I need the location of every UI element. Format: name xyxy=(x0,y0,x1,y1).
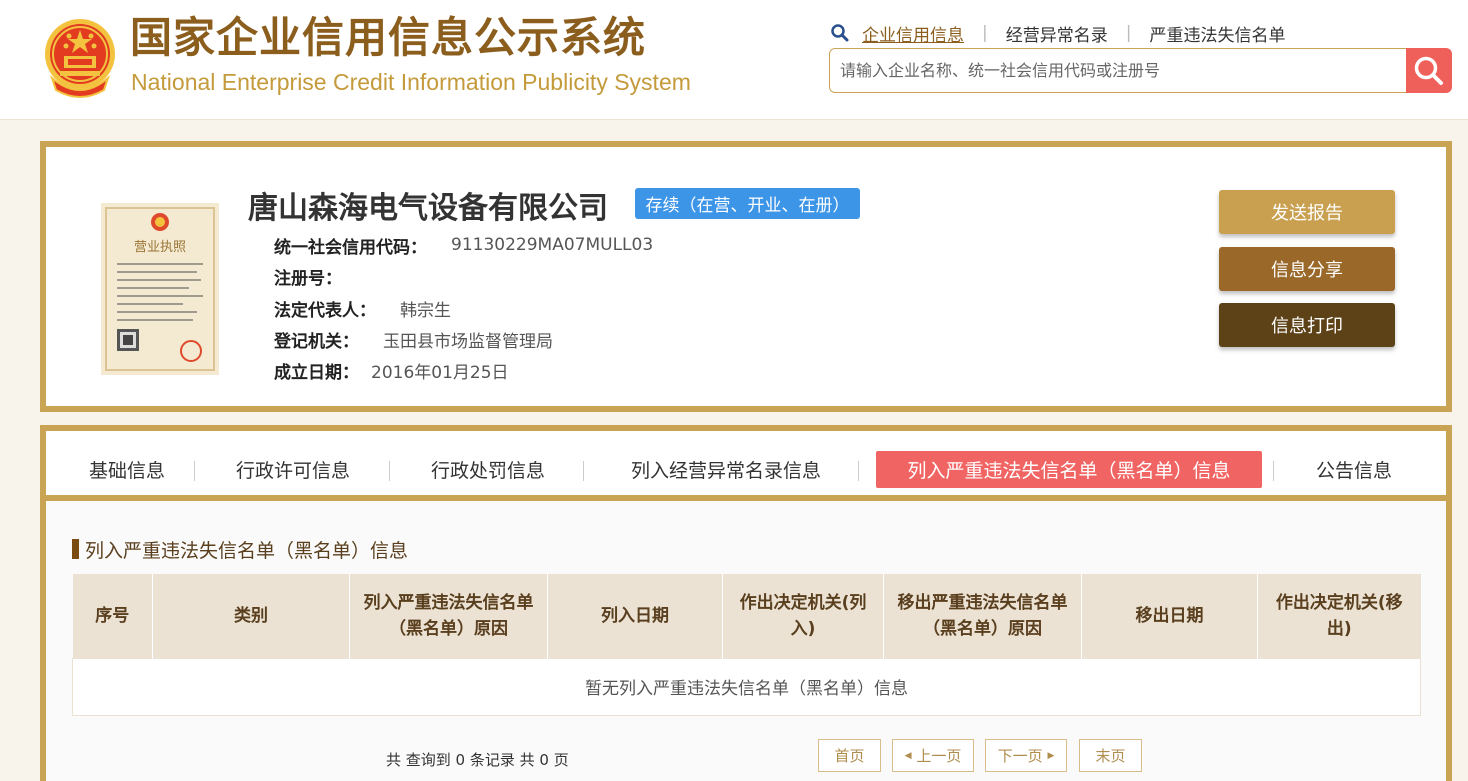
tab-basic-info[interactable]: 基础信息 xyxy=(74,451,180,488)
tab-abnormal-list[interactable]: 列入经营异常名录信息 xyxy=(618,451,834,488)
info-row-legal-representative: 法定代表人： 韩宗生 xyxy=(274,296,451,321)
tab-separator xyxy=(858,461,859,481)
license-heading: 营业执照 xyxy=(134,240,186,255)
blacklist-table: 序号 类别 列入严重违法失信名单（黑名单）原因 列入日期 作出决定机关(列入) … xyxy=(72,574,1421,716)
link-serious-violation-list[interactable]: 严重违法失信名单 xyxy=(1149,21,1285,46)
next-page-button[interactable]: 下一页 ▶ xyxy=(985,739,1067,772)
prev-page-label: 上一页 xyxy=(916,747,962,765)
send-report-button[interactable]: 发送报告 xyxy=(1219,190,1395,234)
empty-table-message: 暂无列入严重违法失信名单（黑名单）信息 xyxy=(72,657,1421,716)
next-page-label: 下一页 xyxy=(997,747,1043,765)
registration-number-label: 注册号： xyxy=(274,268,342,289)
caret-right-icon: ▶ xyxy=(1047,750,1055,761)
business-license-icon[interactable]: 营业执照 xyxy=(101,203,219,375)
search-box xyxy=(829,48,1409,93)
status-badge: 存续（在营、开业、在册） xyxy=(635,188,860,219)
info-row-established-date: 成立日期： 2016年01月25日 xyxy=(274,358,509,383)
column-header-removal-reason: 移出严重违法失信名单（黑名单）原因 xyxy=(883,574,1082,658)
tab-separator xyxy=(194,461,195,481)
column-header-listing-authority: 作出决定机关(列入) xyxy=(722,574,884,658)
legal-representative-label: 法定代表人： xyxy=(274,300,376,321)
national-emblem-icon[interactable] xyxy=(42,16,118,100)
info-row-registration-number: 注册号： xyxy=(274,264,366,289)
column-header-listing-date: 列入日期 xyxy=(547,574,723,658)
registration-authority-value: 玉田县市场监督管理局 xyxy=(383,331,553,352)
column-header-category: 类别 xyxy=(152,574,350,658)
prev-page-button[interactable]: ◀ 上一页 xyxy=(892,739,974,772)
column-header-index: 序号 xyxy=(72,574,153,658)
search-input[interactable] xyxy=(830,49,1408,92)
column-header-removal-authority: 作出决定机关(移出) xyxy=(1257,574,1421,658)
info-row-credit-code: 统一社会信用代码： 91130229MA07MULL03 xyxy=(274,233,654,258)
established-date-label: 成立日期： xyxy=(274,362,359,383)
tab-serious-violation-blacklist[interactable]: 列入严重违法失信名单（黑名单）信息 xyxy=(876,451,1262,488)
tab-separator xyxy=(583,461,584,481)
link-separator: | xyxy=(982,23,988,43)
top-links: 企业信用信息 | 经营异常名录 | 严重违法失信名单 xyxy=(830,21,1285,46)
site-header: 国家企业信用信息公示系统 National Enterprise Credit … xyxy=(0,0,1468,120)
column-header-removal-date: 移出日期 xyxy=(1081,574,1258,658)
section-title: 列入严重违法失信名单（黑名单）信息 xyxy=(72,534,408,564)
info-row-registration-authority: 登记机关： 玉田县市场监督管理局 xyxy=(274,327,553,352)
tab-bar: 基础信息 行政许可信息 行政处罚信息 列入经营异常名录信息 列入严重违法失信名单… xyxy=(46,431,1446,501)
column-header-listing-reason: 列入严重违法失信名单（黑名单）原因 xyxy=(349,574,548,658)
last-page-button[interactable]: 末页 xyxy=(1079,739,1142,772)
link-enterprise-credit[interactable]: 企业信用信息 xyxy=(862,21,964,46)
tab-announcements[interactable]: 公告信息 xyxy=(1306,451,1402,488)
credit-code-value: 91130229MA07MULL03 xyxy=(451,235,654,255)
caret-left-icon: ◀ xyxy=(904,750,912,761)
detail-panel: 基础信息 行政许可信息 行政处罚信息 列入经营异常名录信息 列入严重违法失信名单… xyxy=(40,425,1452,781)
search-button[interactable] xyxy=(1406,48,1452,93)
link-separator: | xyxy=(1125,23,1132,43)
company-name: 唐山森海电气设备有限公司 xyxy=(248,191,608,226)
tab-administrative-license[interactable]: 行政许可信息 xyxy=(228,451,358,488)
section-title-text: 列入严重违法失信名单（黑名单）信息 xyxy=(85,539,409,562)
tab-separator xyxy=(389,461,390,481)
legal-representative-value: 韩宗生 xyxy=(400,300,451,321)
table-row: 暂无列入严重违法失信名单（黑名单）信息 xyxy=(72,657,1421,716)
table-header-row: 序号 类别 列入严重违法失信名单（黑名单）原因 列入日期 作出决定机关(列入) … xyxy=(72,574,1421,658)
search-icon xyxy=(831,24,849,42)
pagination-summary: 共 查询到 0 条记录 共 0 页 xyxy=(386,751,569,769)
link-abnormal-list[interactable]: 经营异常名录 xyxy=(1006,21,1108,46)
site-subtitle: National Enterprise Credit Information P… xyxy=(131,69,691,95)
registration-authority-label: 登记机关： xyxy=(274,331,359,352)
print-info-button[interactable]: 信息打印 xyxy=(1219,303,1395,347)
established-date-value: 2016年01月25日 xyxy=(371,362,509,383)
share-info-button[interactable]: 信息分享 xyxy=(1219,247,1395,291)
company-card: 营业执照 唐山森海电气设备有限公司 存续（在营、开业、在册） 统一社会信用代码：… xyxy=(40,141,1452,412)
section-title-marker xyxy=(72,539,79,559)
credit-code-label: 统一社会信用代码： xyxy=(274,237,427,258)
search-icon xyxy=(1414,56,1443,85)
tab-separator xyxy=(1273,461,1274,481)
tab-administrative-penalty[interactable]: 行政处罚信息 xyxy=(423,451,553,488)
first-page-button[interactable]: 首页 xyxy=(818,739,881,772)
site-title: 国家企业信用信息公示系统 xyxy=(130,13,647,62)
